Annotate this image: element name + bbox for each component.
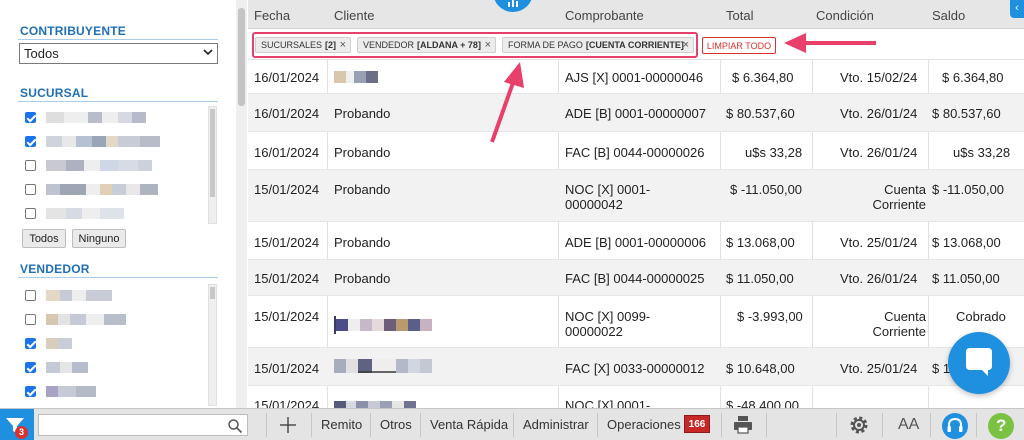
search-input[interactable]	[38, 414, 248, 436]
gear-icon	[850, 416, 868, 434]
support-button[interactable]	[942, 413, 968, 439]
annotation-arrow	[490, 79, 516, 143]
settings-button[interactable]	[848, 414, 870, 436]
annotation-arrows	[42, 33, 876, 434]
bottom-toolbar: 3 Remito Otros Venta Rápida Administrar …	[0, 408, 1024, 440]
annotation-arrowhead	[504, 62, 524, 88]
remito-button[interactable]: Remito	[321, 417, 362, 432]
otros-button[interactable]: Otros	[380, 417, 412, 432]
print-button[interactable]	[732, 415, 754, 435]
font-size-button[interactable]: AA	[898, 416, 919, 434]
filter-toggle-button[interactable]: 3	[0, 409, 34, 440]
printer-icon	[734, 416, 752, 434]
operaciones-button[interactable]: Operaciones	[607, 417, 681, 432]
administrar-button[interactable]: Administrar	[523, 417, 589, 432]
add-button[interactable]	[276, 414, 300, 436]
annotation-arrowhead	[784, 33, 806, 53]
headset-icon	[947, 417, 963, 432]
operaciones-count-badge: 166	[684, 415, 710, 433]
plus-icon	[280, 417, 296, 433]
search-icon	[228, 419, 243, 434]
question-icon: ?	[996, 416, 1007, 435]
active-filter-count-badge: 3	[15, 426, 28, 439]
venta-rapida-button[interactable]: Venta Rápida	[430, 417, 508, 432]
help-button[interactable]: ?	[988, 413, 1014, 439]
